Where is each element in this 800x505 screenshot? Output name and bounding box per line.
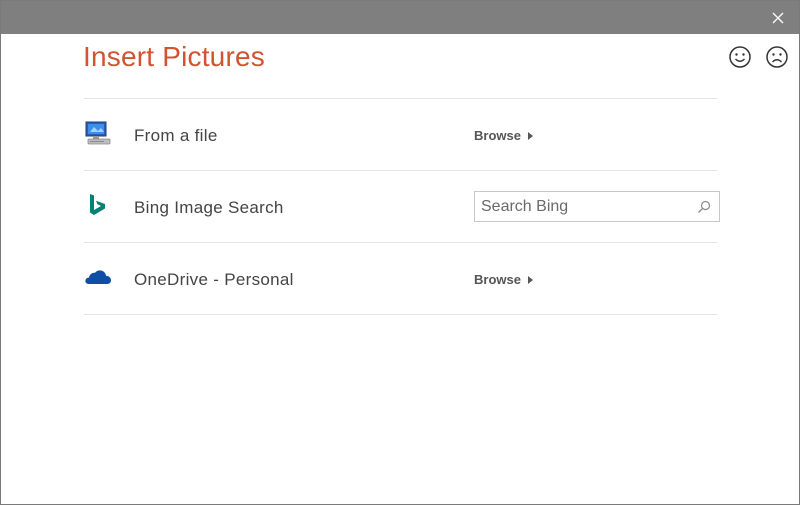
send-a-smile-button[interactable] (728, 45, 752, 69)
arrow-right-icon (527, 131, 533, 140)
browse-label: Browse (474, 272, 521, 287)
arrow-right-icon (527, 275, 533, 284)
search-button[interactable] (689, 192, 719, 221)
source-label: OneDrive - Personal (134, 270, 294, 289)
divider (84, 314, 717, 315)
onedrive-cloud-icon (84, 263, 112, 291)
bing-icon (84, 191, 112, 219)
insert-pictures-dialog: Insert Pictures From a file Browse Bing … (0, 0, 800, 505)
search-icon (698, 200, 711, 213)
browse-onedrive-button[interactable]: Browse (474, 272, 533, 287)
frown-icon (766, 46, 788, 68)
source-row-bing: Bing Image Search (84, 171, 724, 243)
source-row-onedrive: OneDrive - Personal Browse (84, 243, 724, 315)
search-bing-input[interactable] (475, 192, 685, 221)
source-row-from-file: From a file Browse (84, 99, 724, 171)
dialog-title: Insert Pictures (83, 41, 265, 72)
computer-icon (84, 119, 112, 147)
send-a-frown-button[interactable] (765, 45, 789, 69)
browse-label: Browse (474, 128, 521, 143)
close-button[interactable] (767, 7, 789, 29)
source-label: From a file (134, 126, 218, 145)
dialog-titlebar (1, 1, 799, 34)
smiley-icon (729, 46, 751, 68)
source-label: Bing Image Search (134, 198, 284, 217)
browse-file-button[interactable]: Browse (474, 128, 533, 143)
close-icon (772, 12, 784, 24)
search-bing-box (474, 191, 720, 222)
